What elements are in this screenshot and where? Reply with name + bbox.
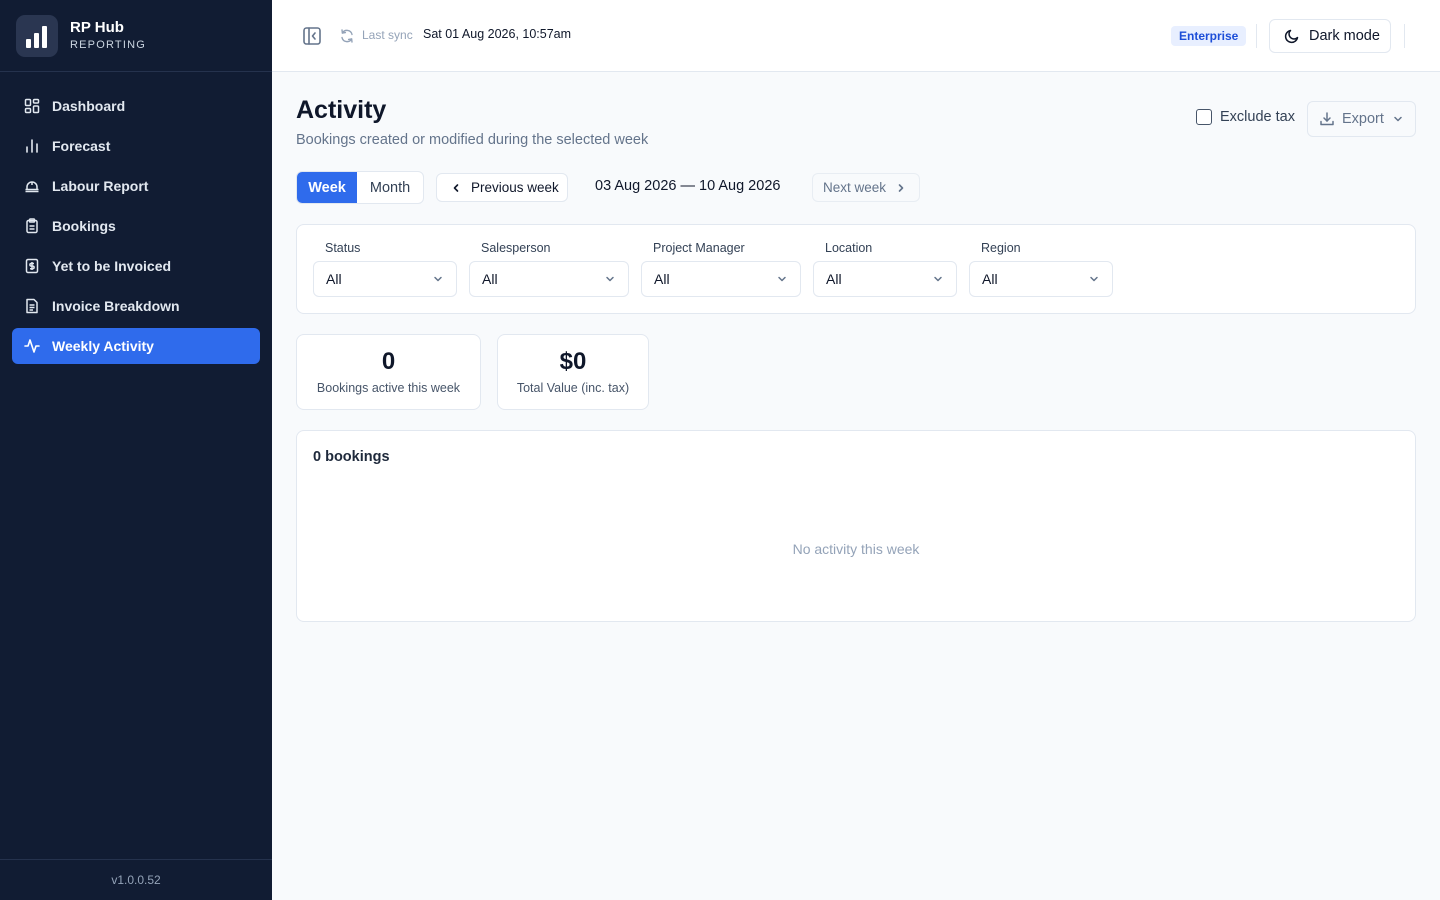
total-value-stat: $0 Total Value (inc. tax) (497, 334, 649, 410)
refresh-icon[interactable] (339, 28, 355, 44)
sidebar-item-invoice-breakdown[interactable]: Invoice Breakdown (12, 288, 260, 324)
activity-pulse-icon (24, 338, 40, 354)
header-divider (1256, 24, 1257, 48)
sidebar-nav: Dashboard Forecast Labour Report Booking… (0, 72, 272, 364)
chevron-down-icon (1392, 113, 1404, 125)
bookings-list: 0 bookings No activity this week (296, 430, 1416, 622)
region-select[interactable]: All (969, 261, 1113, 297)
stat-value: $0 (559, 348, 587, 375)
previous-week-button[interactable]: Previous week (436, 173, 568, 202)
sidebar-item-label: Weekly Activity (52, 338, 154, 354)
brand: RP Hub REPORTING (0, 0, 272, 72)
document-icon (24, 298, 40, 314)
sidebar-item-dashboard[interactable]: Dashboard (12, 88, 260, 124)
bookings-active-stat: 0 Bookings active this week (296, 334, 481, 410)
chevron-down-icon (604, 273, 616, 285)
app-version: v1.0.0.52 (0, 859, 272, 900)
date-range: 03 Aug 2026 — 10 Aug 2026 (595, 178, 781, 194)
month-tab[interactable]: Month (357, 172, 423, 203)
app-subtitle: REPORTING (70, 38, 146, 51)
previous-week-label: Previous week (471, 180, 559, 195)
chevron-down-icon (776, 273, 788, 285)
dashboard-grid-icon (24, 98, 40, 114)
page-subtitle: Bookings created or modified during the … (296, 132, 649, 148)
dark-mode-label: Dark mode (1309, 28, 1380, 44)
sidebar-item-labour-report[interactable]: Labour Report (12, 168, 260, 204)
select-value: All (482, 271, 498, 287)
status-filter: Status All (313, 241, 457, 297)
app-name: RP Hub (70, 18, 124, 36)
app-logo-icon (16, 14, 58, 57)
location-select[interactable]: All (813, 261, 957, 297)
sidebar-toggle-icon[interactable] (302, 26, 322, 46)
page-title: Activity (296, 96, 387, 124)
last-sync-label: Last sync (362, 28, 413, 42)
dollar-document-icon (24, 258, 40, 274)
select-value: All (826, 271, 842, 287)
stat-label: Total Value (inc. tax) (516, 381, 630, 395)
project-manager-select[interactable]: All (641, 261, 801, 297)
exclude-tax-toggle[interactable]: Exclude tax (1196, 109, 1295, 125)
next-week-label: Next week (823, 180, 887, 195)
clipboard-icon (24, 218, 40, 234)
sidebar-item-label: Labour Report (52, 178, 149, 194)
chevron-down-icon (932, 273, 944, 285)
bar-chart-icon (24, 138, 40, 154)
exclude-tax-label: Exclude tax (1220, 109, 1295, 125)
empty-state-message: No activity this week (792, 541, 920, 557)
filter-label: Location (825, 241, 873, 255)
chevron-down-icon (1088, 273, 1100, 285)
sidebar-item-label: Bookings (52, 218, 116, 234)
sidebar-item-label: Invoice Breakdown (52, 298, 180, 314)
dark-mode-button[interactable]: Dark mode (1269, 19, 1391, 53)
region-filter: Region All (969, 241, 1113, 297)
header-divider (1404, 24, 1405, 48)
hard-hat-icon (24, 178, 40, 194)
sidebar-item-label: Forecast (52, 138, 111, 154)
period-toggle: Week Month (296, 171, 424, 204)
filter-label: Salesperson (481, 241, 551, 255)
moon-icon (1284, 28, 1300, 44)
filter-label: Project Manager (653, 241, 745, 255)
bookings-count: 0 bookings (313, 449, 390, 465)
week-tab[interactable]: Week (297, 172, 358, 203)
chevron-down-icon (432, 273, 444, 285)
sidebar-item-label: Yet to be Invoiced (52, 258, 172, 274)
select-value: All (326, 271, 342, 287)
top-bar: Last sync Sat 01 Aug 2026, 10:57am Enter… (272, 0, 1440, 72)
filter-label: Region (981, 241, 1021, 255)
main-content: Activity Bookings created or modified du… (272, 72, 1440, 900)
next-week-button[interactable]: Next week (812, 173, 920, 202)
sidebar-item-label: Dashboard (52, 98, 126, 114)
sidebar-item-bookings[interactable]: Bookings (12, 208, 260, 244)
exclude-tax-checkbox[interactable] (1196, 109, 1212, 125)
filters-panel: Status All Salesperson All Project Manag… (296, 224, 1416, 314)
sidebar-item-yet-to-be-invoiced[interactable]: Yet to be Invoiced (12, 248, 260, 284)
chevron-left-icon (450, 182, 462, 194)
select-value: All (982, 271, 998, 287)
last-sync-value: Sat 01 Aug 2026, 10:57am (423, 27, 572, 41)
project-manager-filter: Project Manager All (641, 241, 801, 297)
plan-badge: Enterprise (1171, 26, 1247, 46)
stat-label: Bookings active this week (316, 381, 461, 395)
sidebar: RP Hub REPORTING Dashboard Forecast Labo… (0, 0, 272, 900)
select-value: All (654, 271, 670, 287)
salesperson-select[interactable]: All (469, 261, 629, 297)
stat-value: 0 (381, 348, 396, 375)
salesperson-filter: Salesperson All (469, 241, 629, 297)
download-icon (1319, 111, 1335, 127)
export-button[interactable]: Export (1307, 101, 1416, 137)
filter-label: Status (325, 241, 361, 255)
location-filter: Location All (813, 241, 957, 297)
sidebar-item-forecast[interactable]: Forecast (12, 128, 260, 164)
export-label: Export (1342, 111, 1384, 127)
chevron-right-icon (895, 182, 907, 194)
sidebar-item-weekly-activity[interactable]: Weekly Activity (12, 328, 260, 364)
status-select[interactable]: All (313, 261, 457, 297)
